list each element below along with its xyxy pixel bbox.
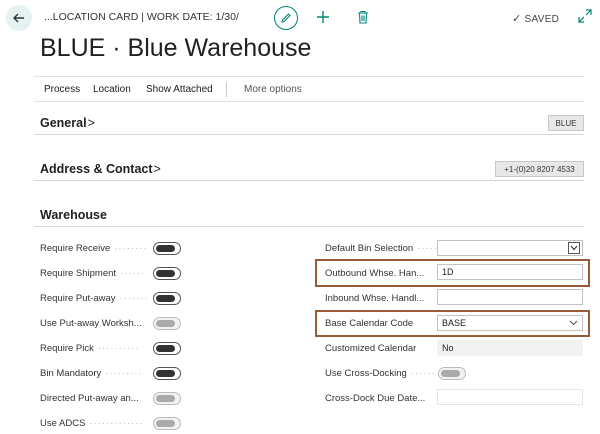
toggle-knob [156, 395, 175, 402]
saved-status: ✓ SAVED [512, 12, 559, 25]
fasttab-address-contact-title: Address & Contact [40, 162, 153, 176]
divider [34, 226, 584, 227]
use-adcs-toggle[interactable] [153, 417, 181, 430]
chevron-down-icon [569, 316, 578, 331]
inbound-whse-handling-time-input[interactable] [437, 289, 583, 305]
action-separator [226, 82, 227, 97]
require-receive-toggle[interactable] [153, 242, 181, 255]
page-title: BLUE · Blue Warehouse [40, 34, 312, 62]
chevron-right-icon: > [87, 116, 95, 130]
use-put-away-worksheet-toggle[interactable] [153, 317, 181, 330]
field-label: Bin Mandatory ········· [40, 368, 143, 379]
back-button[interactable] [6, 5, 32, 31]
field-label: Require Pick ·········· [40, 343, 140, 354]
toggle-knob [441, 370, 460, 377]
field-label: Customized Calendar [325, 343, 417, 354]
field-label: Use Put-away Worksh... [40, 318, 142, 329]
directed-put-away-toggle[interactable] [153, 392, 181, 405]
toggle-knob [156, 245, 175, 252]
saved-label: SAVED [524, 14, 560, 25]
check-icon: ✓ [512, 13, 522, 25]
breadcrumb: ...LOCATION CARD | WORK DATE: 1/30/ [44, 11, 239, 23]
cross-dock-due-date-input[interactable] [437, 389, 583, 405]
field-label: Outbound Whse. Han... [325, 268, 425, 279]
address-promoted-value: +1-(0)20 8207 4533 [495, 161, 584, 177]
arrow-left-icon [13, 13, 24, 23]
field-label: Use ADCS ············· [40, 418, 144, 429]
toggle-knob [156, 370, 175, 377]
chevron-right-icon: > [153, 162, 161, 176]
edit-button[interactable] [274, 6, 298, 30]
require-put-away-toggle[interactable] [153, 292, 181, 305]
field-label: Require Put-away ······· [40, 293, 149, 304]
action-location[interactable]: Location [93, 84, 131, 95]
fasttab-general[interactable]: General> [40, 116, 95, 130]
fasttab-address-contact[interactable]: Address & Contact> [40, 162, 161, 176]
pencil-icon [281, 13, 291, 23]
trash-icon [358, 10, 368, 24]
new-button[interactable] [314, 8, 332, 26]
customized-calendar-value[interactable]: No [437, 340, 583, 356]
action-bar: Process Location Show Attached More opti… [34, 76, 584, 102]
fasttab-warehouse-title[interactable]: Warehouse [40, 208, 107, 222]
field-label: Use Cross-Docking ······ [325, 368, 436, 379]
require-shipment-toggle[interactable] [153, 267, 181, 280]
expand-icon [578, 9, 592, 23]
expand-button[interactable] [578, 9, 594, 25]
action-show-attached[interactable]: Show Attached [146, 84, 213, 95]
field-label: Default Bin Selection ····· [325, 243, 439, 254]
toggle-knob [156, 320, 175, 327]
field-label: Require Receive ········ [40, 243, 148, 254]
toggle-knob [156, 295, 175, 302]
field-label: Require Shipment ······ [40, 268, 146, 279]
general-promoted-value: BLUE [548, 115, 584, 131]
action-process[interactable]: Process [44, 84, 80, 95]
toggle-knob [156, 420, 175, 427]
divider [34, 134, 584, 135]
field-label: Base Calendar Code [325, 318, 414, 329]
field-label: Inbound Whse. Handl... [325, 293, 425, 304]
require-pick-toggle[interactable] [153, 342, 181, 355]
delete-button[interactable] [354, 8, 372, 26]
outbound-whse-handling-time-input[interactable]: 1D [437, 264, 583, 280]
field-label: Cross-Dock Due Date... [325, 393, 426, 404]
base-calendar-code-select[interactable]: BASE [437, 315, 583, 331]
toggle-knob [156, 345, 175, 352]
field-label: Directed Put-away an... [40, 393, 139, 404]
use-cross-docking-toggle[interactable] [438, 367, 466, 380]
top-bar: ...LOCATION CARD | WORK DATE: 1/30/ ✓ SAV… [0, 0, 600, 36]
toggle-knob [156, 270, 175, 277]
plus-icon [317, 11, 329, 23]
bin-mandatory-toggle[interactable] [153, 367, 181, 380]
default-bin-selection-select[interactable] [437, 240, 583, 256]
fasttab-general-title: General [40, 116, 87, 130]
action-more-options[interactable]: More options [244, 84, 302, 95]
divider [34, 180, 584, 181]
chevron-down-icon [568, 242, 580, 254]
